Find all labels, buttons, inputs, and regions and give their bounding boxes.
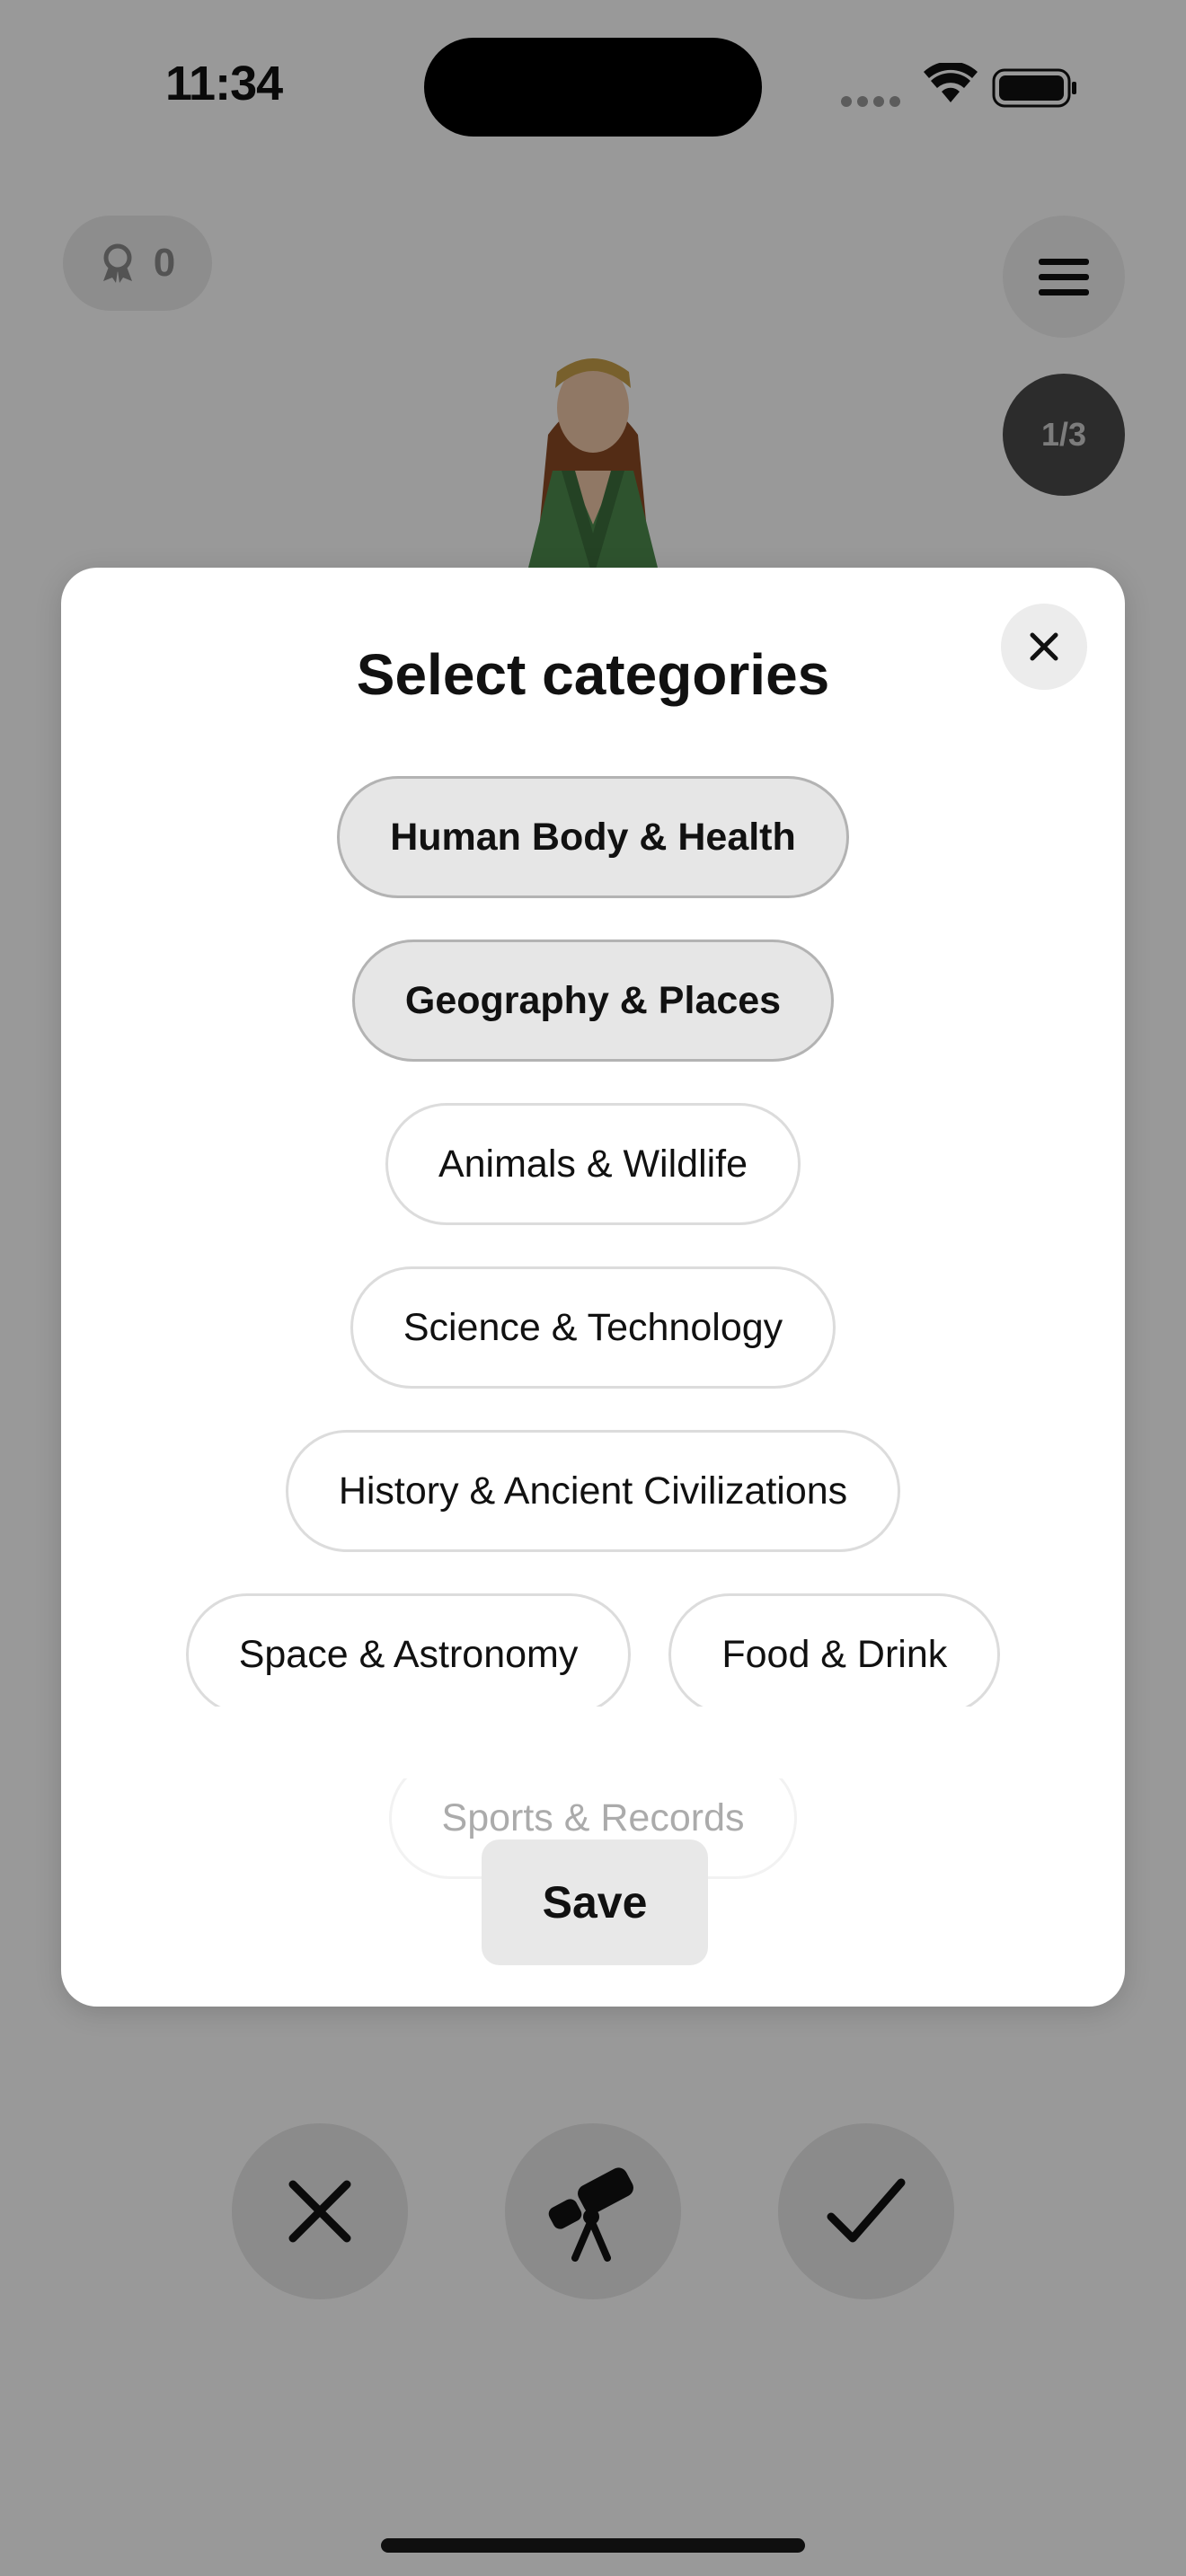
list-fade-mask (61, 1707, 1125, 1778)
save-button[interactable]: Save (482, 1839, 708, 1965)
category-selection-modal: Select categories Human Body & Health Ge… (61, 568, 1125, 2007)
category-chip-animals[interactable]: Animals & Wildlife (385, 1103, 801, 1225)
category-chip-space[interactable]: Space & Astronomy (185, 1593, 632, 1716)
category-chip-geography[interactable]: Geography & Places (351, 940, 835, 1062)
modal-title: Select categories (356, 642, 830, 707)
category-chip-human-body[interactable]: Human Body & Health (337, 776, 849, 898)
app-screen: 11:34 0 1/3 Select categories Human Body… (0, 0, 1186, 2576)
category-chip-science[interactable]: Science & Technology (350, 1266, 836, 1389)
category-list[interactable]: Human Body & Health Geography & Places A… (61, 747, 1125, 1879)
category-chip-food[interactable]: Food & Drink (668, 1593, 1001, 1716)
category-chip-history[interactable]: History & Ancient Civilizations (285, 1430, 901, 1552)
